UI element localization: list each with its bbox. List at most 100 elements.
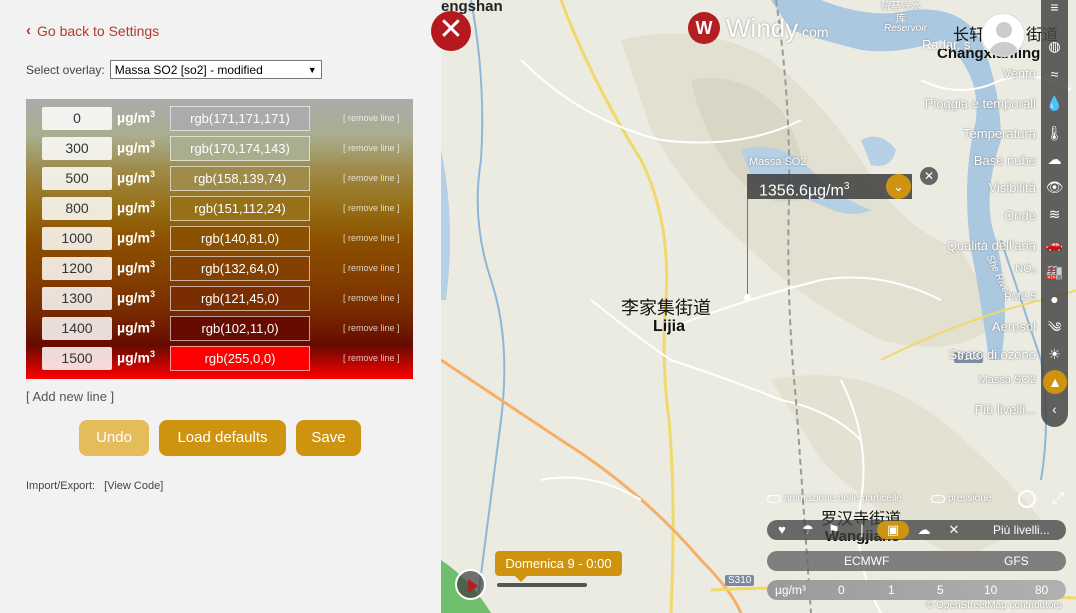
remove-line-link[interactable]: [ remove line ] <box>343 173 400 183</box>
overlay-menu-item[interactable]: Vento <box>1003 66 1036 81</box>
overlay-menu-item[interactable]: Visibilità <box>989 180 1036 195</box>
pressure-toggle[interactable]: pressione <box>931 493 991 504</box>
stop-color-input[interactable]: rgb(121,45,0) <box>170 286 310 311</box>
remove-line-link[interactable]: [ remove line ] <box>343 203 400 213</box>
stop-unit-sup: 3 <box>149 199 155 209</box>
model-ecmwf[interactable]: ECMWF <box>844 554 889 568</box>
thermometer-icon[interactable]: 🌡 <box>1041 122 1068 144</box>
save-button[interactable]: Save <box>296 420 361 456</box>
timeline-track[interactable] <box>497 583 587 587</box>
scale-unit: µg/m³ <box>775 583 806 597</box>
view-code-link[interactable]: [View Code] <box>104 480 163 492</box>
overlay-menu-item[interactable]: Qualità dell'aria <box>947 238 1036 253</box>
more-layers-link[interactable]: Più livelli... <box>993 523 1050 537</box>
overlay-menu-item[interactable]: Temperatura <box>963 126 1036 141</box>
stop-color-input[interactable]: rgb(102,11,0) <box>170 316 310 341</box>
stop-unit-text: µg/m <box>117 169 150 186</box>
remove-line-link[interactable]: [ remove line ] <box>343 233 400 243</box>
stop-unit-sup: 3 <box>149 169 155 179</box>
back-to-settings-link[interactable]: ‹ Go back to Settings <box>26 22 159 39</box>
stop-value-input[interactable]: 1000 <box>42 227 112 250</box>
thermometer-small-icon[interactable]: ❘ <box>851 521 873 539</box>
weather-icon[interactable]: ☂ <box>797 521 819 539</box>
load-defaults-button[interactable]: Load defaults <box>159 420 286 456</box>
remove-line-link[interactable]: [ remove line ] <box>343 113 400 123</box>
chevron-left-icon[interactable]: ‹ <box>1041 398 1068 420</box>
color-stop-table: 0 µg/m3 rgb(171,171,171)[ remove line ] 300… <box>26 99 413 379</box>
stop-value-input[interactable]: 800 <box>42 197 112 220</box>
time-badge[interactable]: Domenica 9 - 0:00 <box>495 551 622 582</box>
stop-value-input[interactable]: 500 <box>42 167 112 190</box>
overlay-menu-item[interactable]: NO₂ <box>1015 263 1036 275</box>
close-icon[interactable]: ✕ <box>920 167 938 185</box>
waves-icon[interactable]: ≋ <box>1041 203 1068 225</box>
overlay-menu-item[interactable]: Pioggia e temporali <box>925 96 1036 111</box>
stop-color-input[interactable]: rgb(170,174,143) <box>170 136 310 161</box>
stop-unit-sup: 3 <box>149 289 155 299</box>
stop-color-input[interactable]: rgb(255,0,0) <box>170 346 310 371</box>
overlay-select-value: Massa SO2 [so2] - modified <box>114 62 263 77</box>
aerosol-icon[interactable]: ༄ <box>1041 316 1068 338</box>
stop-unit-text: µg/m <box>117 289 150 306</box>
particles-icon[interactable]: ● <box>1041 288 1068 310</box>
cloud-icon[interactable]: ☁ <box>913 521 935 539</box>
menu-icon[interactable]: ≡ <box>1041 0 1068 18</box>
stop-value-input[interactable]: 300 <box>42 137 112 160</box>
stop-value-input[interactable]: 1500 <box>42 347 112 370</box>
stop-value-input[interactable]: 0 <box>42 107 112 130</box>
stop-unit-sup: 3 <box>149 259 155 269</box>
rain-drop-icon[interactable]: 💧 <box>1041 92 1068 114</box>
undo-button[interactable]: Undo <box>79 420 149 456</box>
flag-icon[interactable]: ⚑ <box>823 521 845 539</box>
car-icon[interactable]: 🚗 <box>1041 233 1068 255</box>
remove-line-link[interactable]: [ remove line ] <box>343 353 400 363</box>
stop-color-input[interactable]: rgb(151,112,24) <box>170 196 310 221</box>
overlay-menu-item[interactable]: PM2.5 <box>1004 291 1036 303</box>
overlay-select[interactable]: Massa SO2 [so2] - modified ▼ <box>109 60 322 79</box>
stop-unit: µg/m3 <box>117 139 155 156</box>
remove-line-link[interactable]: [ remove line ] <box>343 263 400 273</box>
stop-value-input[interactable]: 1400 <box>42 317 112 340</box>
eye-icon[interactable]: 👁 <box>1041 176 1068 198</box>
cloud-base-icon[interactable]: ☁ <box>1041 148 1068 170</box>
webcam-icon[interactable]: ▣ <box>877 521 909 539</box>
particles-toggle[interactable]: animazione delle particelle <box>767 493 902 504</box>
close-small-icon[interactable]: ✕ <box>943 521 965 539</box>
factory-icon[interactable]: 🏭 <box>1041 261 1068 283</box>
stop-color-input[interactable]: rgb(171,171,171) <box>170 106 310 131</box>
user-avatar[interactable] <box>981 13 1025 57</box>
add-new-line-link[interactable]: [ Add new line ] <box>26 389 114 404</box>
model-gfs[interactable]: GFS <box>1004 554 1029 568</box>
overlay-menu-item[interactable]: Massa SO2 <box>979 374 1036 386</box>
overlay-menu-item[interactable]: Strato di ozono <box>949 347 1036 362</box>
overlay-menu-item[interactable]: Più livelli... <box>975 402 1036 417</box>
toggle-switch-icon <box>767 494 781 503</box>
globe-icon[interactable]: ◍ <box>1041 35 1068 57</box>
overlay-menu-item[interactable]: Onde <box>1004 208 1036 223</box>
popup-location-dot[interactable] <box>744 294 751 301</box>
play-button[interactable] <box>455 569 486 600</box>
ozone-icon[interactable]: ☀ <box>1041 343 1068 365</box>
stop-color-input[interactable]: rgb(140,81,0) <box>170 226 310 251</box>
remove-line-link[interactable]: [ remove line ] <box>343 143 400 153</box>
toggle-switch-icon <box>931 494 945 503</box>
heart-icon[interactable]: ♥ <box>771 521 793 539</box>
stop-unit-text: µg/m <box>117 139 150 156</box>
remove-line-link[interactable]: [ remove line ] <box>343 323 400 333</box>
settings-gear-icon[interactable] <box>1018 490 1036 508</box>
overlay-menu-item[interactable]: Aerosol <box>992 319 1036 334</box>
stop-value-input[interactable]: 1300 <box>42 287 112 310</box>
close-settings-button[interactable]: ✕ <box>431 11 471 51</box>
stop-unit: µg/m3 <box>117 109 155 126</box>
stop-color-input[interactable]: rgb(158,139,74) <box>170 166 310 191</box>
color-stop-row: 1500 µg/m3 rgb(255,0,0) [ remove line ] <box>26 339 413 371</box>
stop-value-input[interactable]: 1200 <box>42 257 112 280</box>
remove-line-link[interactable]: [ remove line ] <box>343 293 400 303</box>
chevron-down-icon[interactable]: ⌄ <box>886 174 911 199</box>
overlay-menu-item[interactable]: Base nube <box>974 153 1036 168</box>
wind-icon[interactable]: ≈ <box>1041 63 1068 85</box>
stop-color-input[interactable]: rgb(132,64,0) <box>170 256 310 281</box>
fullscreen-icon[interactable]: ⤢ <box>1049 490 1067 508</box>
volcano-icon[interactable]: ▲ <box>1043 370 1067 394</box>
color-stop-row: 1300 µg/m3 rgb(121,45,0) [ remove line ] <box>26 279 413 311</box>
